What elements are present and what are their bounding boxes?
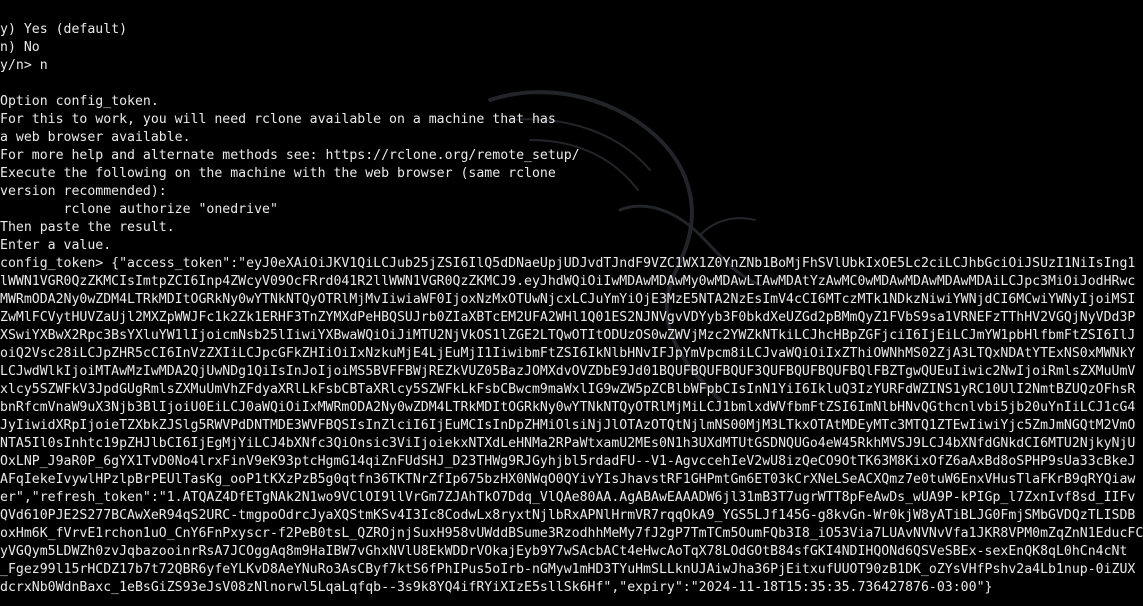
terminal-line: For this to work, you will need rclone a… <box>0 112 556 127</box>
terminal-line: Option config_token. <box>0 94 159 109</box>
terminal-line: n) No <box>0 40 40 55</box>
terminal-line: Execute the following on the machine wit… <box>0 166 556 181</box>
terminal-line: y) Yes (default) <box>0 22 128 37</box>
terminal-line: bnRfcmVnaW9uX3Njb3BlIjoiU0EiLCJ0aWQiOiIx… <box>0 400 1136 415</box>
terminal-line: xlcy5SZWFkV3JpdGUgRmlsZXMuUmVhZFdyaXRlLk… <box>0 382 1136 397</box>
terminal-window[interactable]: y) Yes (default) n) No y/n> n Option config… <box>0 0 1143 606</box>
terminal-line: For more help and alternate methods see:… <box>0 148 580 163</box>
terminal-line: ZwMlFCVytHUVZaUjl2MXZpWWJFc1k2Zk1ERHF3Tn… <box>0 310 1136 325</box>
terminal-line: Then paste the result. <box>0 220 175 235</box>
terminal-line: oiQ2Vsc28iLCJpZHR5cCI6InVzZXIiLCJpcGFkZH… <box>0 346 1136 361</box>
terminal-line: AFqIekeIvywlHPzlpBrPEUlTasKg_ooP1tKXzPzB… <box>0 472 1136 487</box>
terminal-line: MWRmODA2Ny0wZDM4LTRkMDItOGRkNy0wYTNkNTQy… <box>0 292 1136 307</box>
terminal-line: XSwiYXBwX2Rpc3BsYXluYW1lIjoicmNsb25lIiwi… <box>0 328 1136 343</box>
terminal-line: Enter a value. <box>0 238 112 253</box>
terminal-line: JyIiwidXRpIjoieTZXbkZJSlg5RWVPdDNTMDE3WV… <box>0 418 1136 433</box>
terminal-line: NTA5Il0sInhtc19pZHJlbCI6IjEgMjYiLCJ4bXNf… <box>0 436 1136 451</box>
terminal-line: er","refresh_token":"1.ATQAZ4DfETgNAk2N1… <box>0 490 1136 505</box>
terminal-line: a web browser available. <box>0 130 191 145</box>
terminal-line: OxLNP_J9aR0P_6gYX1TvD0No4lrxFinV9eK93ptc… <box>0 454 1136 469</box>
terminal-line: dcrxNb0WdnBaxc_1eBsGiZS93eJsV08zNlnorwl5… <box>0 580 993 595</box>
terminal-line: yVGQym5LDWZh0zvJqbazooinrRsA7JCOggAq8m9H… <box>0 544 1128 559</box>
terminal-line: config_token> {"access_token":"eyJ0eXAiO… <box>0 256 1136 271</box>
terminal-line: lWWN1VGR0QzZKMCIsImtpZCI6Inp4ZWcyV09OcFR… <box>0 274 1136 289</box>
terminal-line: QVd610PJE2S277BCAwXeR94qS2URC-tmgpoOdrcJ… <box>0 508 1136 523</box>
terminal-line: version recommended): <box>0 184 167 199</box>
terminal-line: LCJwdWlkIjoiMTAwMzIwMDA2QjUwNDg1QiIsInJo… <box>0 364 1136 379</box>
terminal-line: rclone authorize "onedrive" <box>0 202 278 217</box>
terminal-line: y/n> n <box>0 58 48 73</box>
terminal-line: _Fgez99l15rHCDZ17b7t72QBR6yfeYLKvD8AeYNu… <box>0 562 1136 577</box>
terminal-line: oxHm6K_fVrvE1rchon1uO_CnY6FnPxyscr-f2PeB… <box>0 526 1143 541</box>
